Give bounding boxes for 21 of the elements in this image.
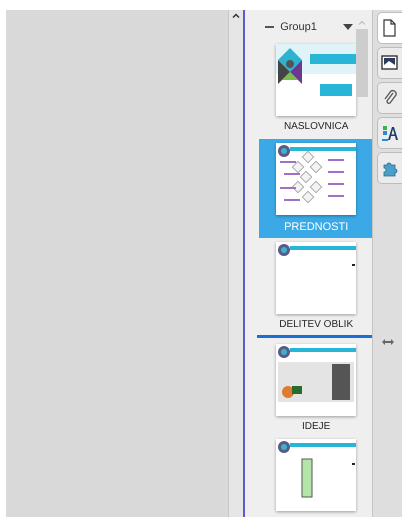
slide-thumbnail[interactable] (276, 344, 356, 416)
resize-handle-icon[interactable] (382, 339, 394, 345)
slide-thumbnail[interactable] (276, 44, 356, 116)
selected-slide-highlight[interactable]: PREDNOSTI (259, 139, 372, 238)
scrollbar-thumb[interactable] (356, 29, 368, 97)
slide-thumbnail[interactable] (276, 143, 356, 215)
slide-title: DELITEV OBLIK (279, 319, 354, 331)
group-name: Group1 (280, 21, 317, 33)
picture-icon (381, 54, 399, 72)
side-tab[interactable] (377, 82, 402, 114)
scroll-up-icon[interactable] (232, 13, 240, 18)
slide-thumbnail[interactable] (276, 242, 356, 314)
slide-title: NASLOVNICA (284, 121, 348, 133)
dropdown-icon[interactable] (342, 24, 353, 30)
slide-title: IDEJE (302, 421, 330, 433)
side-tab[interactable] (377, 117, 402, 149)
slide-title: PREDNOSTI (284, 221, 348, 233)
color-letter-icon (381, 124, 399, 142)
side-tab[interactable] (377, 12, 402, 44)
slide-thumbnail[interactable] (276, 439, 356, 511)
side-tab[interactable] (377, 47, 402, 79)
